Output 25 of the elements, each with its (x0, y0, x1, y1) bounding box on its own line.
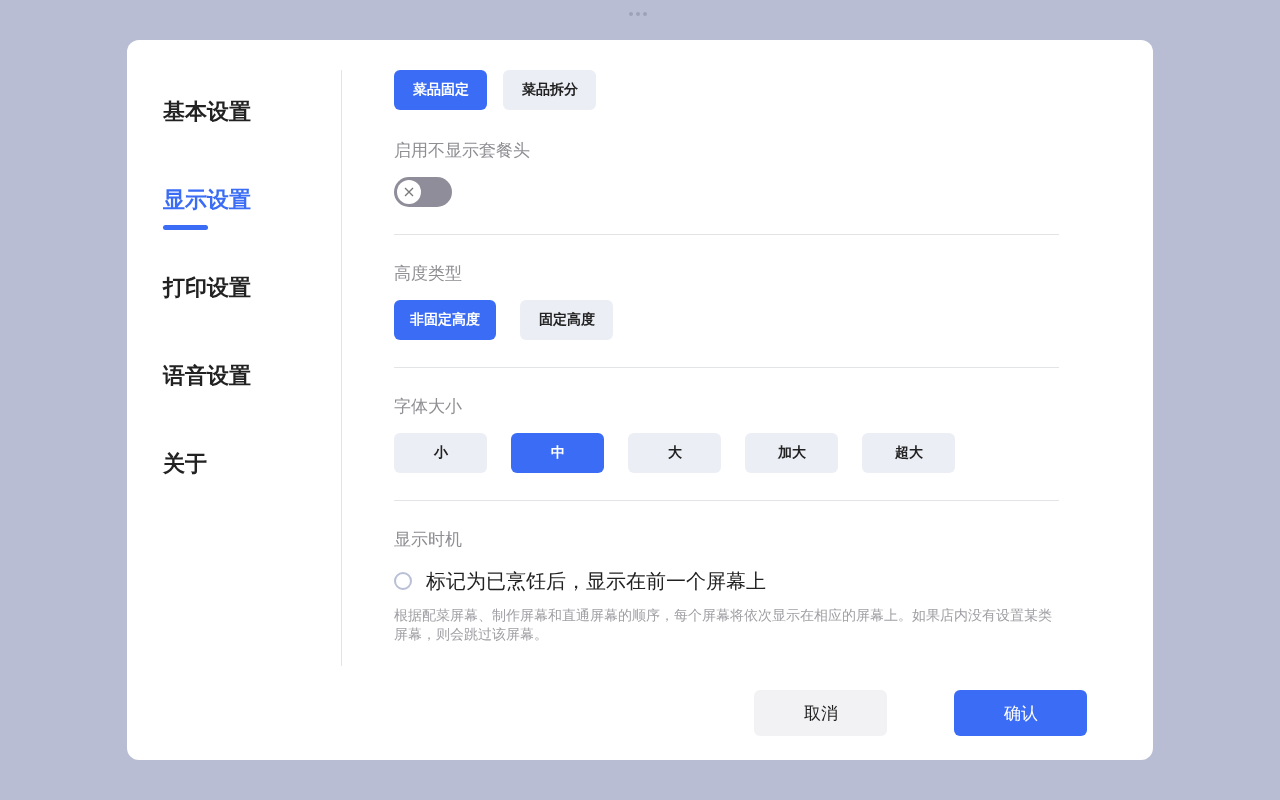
confirm-button[interactable]: 确认 (954, 690, 1087, 736)
section-title: 字体大小 (394, 395, 463, 418)
section-title: 高度类型 (394, 262, 463, 285)
option-button[interactable]: 超大 (862, 433, 955, 473)
sidebar-item[interactable]: 语音设置 (163, 358, 251, 394)
radio-button[interactable] (394, 572, 412, 590)
option-button[interactable]: 固定高度 (520, 300, 613, 340)
option-button[interactable]: 菜品拆分 (503, 70, 596, 110)
sidebar-item[interactable]: 关于 (163, 446, 207, 482)
cancel-button[interactable]: 取消 (754, 690, 887, 736)
option-button[interactable]: 大 (628, 433, 721, 473)
sidebar-item[interactable]: 基本设置 (163, 94, 251, 130)
toggle-switch[interactable] (394, 177, 452, 207)
option-button[interactable]: 菜品固定 (394, 70, 487, 110)
radio-label[interactable]: 标记为已烹饪后，显示在前一个屏幕上 (426, 566, 766, 596)
description-text: 根据配菜屏幕、制作屏幕和直通屏幕的顺序，每个屏幕将依次显示在相应的屏幕上。如果店内没有设置某类屏幕，则会跳过该屏幕。 (394, 606, 1053, 644)
option-button[interactable]: 非固定高度 (394, 300, 496, 340)
option-button[interactable]: 中 (511, 433, 604, 473)
option-button[interactable]: 加大 (745, 433, 838, 473)
section-title: 显示时机 (394, 528, 463, 551)
close-icon (403, 186, 415, 198)
sidebar-item[interactable]: 显示设置 (163, 182, 251, 230)
option-button[interactable]: 小 (394, 433, 487, 473)
sidebar-item[interactable]: 打印设置 (163, 270, 251, 306)
section-title: 启用不显示套餐头 (394, 139, 531, 162)
